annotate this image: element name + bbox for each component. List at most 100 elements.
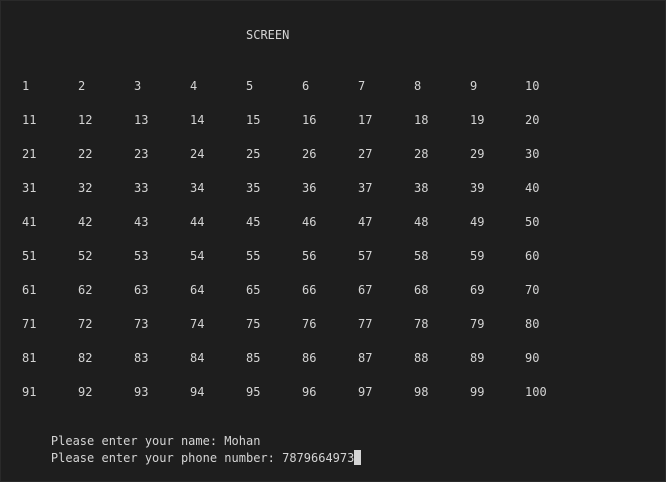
grid-cell: 35 xyxy=(246,181,261,195)
grid-cell: 21 xyxy=(22,147,37,161)
grid-cell: 94 xyxy=(190,385,205,399)
grid-cell: 34 xyxy=(190,181,205,195)
grid-cell: 87 xyxy=(358,351,373,365)
grid-cell: 8 xyxy=(414,79,422,93)
grid-cell: 81 xyxy=(22,351,37,365)
grid-cell: 54 xyxy=(190,249,205,263)
grid-cell: 18 xyxy=(414,113,429,127)
grid-cell: 100 xyxy=(525,385,547,399)
grid-cell: 47 xyxy=(358,215,373,229)
grid-cell: 99 xyxy=(470,385,485,399)
grid-cell: 5 xyxy=(246,79,254,93)
grid-cell: 48 xyxy=(414,215,429,229)
grid-cell: 56 xyxy=(302,249,317,263)
grid-cell: 71 xyxy=(22,317,37,331)
grid-cell: 83 xyxy=(134,351,149,365)
grid-cell: 38 xyxy=(414,181,429,195)
grid-cell: 93 xyxy=(134,385,149,399)
grid-cell: 78 xyxy=(414,317,429,331)
grid-cell: 76 xyxy=(302,317,317,331)
grid-cell: 16 xyxy=(302,113,317,127)
grid-cell: 4 xyxy=(190,79,198,93)
grid-cell: 9 xyxy=(470,79,478,93)
grid-cell: 33 xyxy=(134,181,149,195)
grid-cell: 10 xyxy=(525,79,540,93)
grid-cell: 31 xyxy=(22,181,37,195)
grid-cell: 11 xyxy=(22,113,37,127)
grid-cell: 3 xyxy=(134,79,142,93)
grid-cell: 85 xyxy=(246,351,261,365)
grid-cell: 55 xyxy=(246,249,261,263)
grid-cell: 90 xyxy=(525,351,540,365)
grid-cell: 13 xyxy=(134,113,149,127)
phone-prompt-line[interactable]: Please enter your phone number: 78796649… xyxy=(22,434,362,482)
grid-cell: 52 xyxy=(78,249,93,263)
grid-cell: 75 xyxy=(246,317,261,331)
grid-cell: 66 xyxy=(302,283,317,297)
grid-cell: 24 xyxy=(190,147,205,161)
grid-cell: 12 xyxy=(78,113,93,127)
grid-cell: 43 xyxy=(134,215,149,229)
grid-cell: 58 xyxy=(414,249,429,263)
grid-cell: 70 xyxy=(525,283,540,297)
grid-cell: 89 xyxy=(470,351,485,365)
grid-cell: 96 xyxy=(302,385,317,399)
grid-cell: 72 xyxy=(78,317,93,331)
grid-cell: 98 xyxy=(414,385,429,399)
grid-cell: 68 xyxy=(414,283,429,297)
grid-cell: 30 xyxy=(525,147,540,161)
grid-cell: 14 xyxy=(190,113,205,127)
grid-cell: 50 xyxy=(525,215,540,229)
grid-cell: 86 xyxy=(302,351,317,365)
grid-cell: 36 xyxy=(302,181,317,195)
grid-cell: 15 xyxy=(246,113,261,127)
grid-cell: 53 xyxy=(134,249,149,263)
grid-cell: 60 xyxy=(525,249,540,263)
grid-cell: 20 xyxy=(525,113,540,127)
grid-cell: 46 xyxy=(302,215,317,229)
grid-cell: 67 xyxy=(358,283,373,297)
grid-cell: 97 xyxy=(358,385,373,399)
grid-cell: 51 xyxy=(22,249,37,263)
grid-cell: 25 xyxy=(246,147,261,161)
grid-cell: 45 xyxy=(246,215,261,229)
grid-cell: 32 xyxy=(78,181,93,195)
grid-cell: 44 xyxy=(190,215,205,229)
phone-prompt-text: Please enter your phone number: 78796649… xyxy=(50,451,355,465)
grid-cell: 22 xyxy=(78,147,93,161)
grid-cell: 95 xyxy=(246,385,261,399)
grid-cell: 28 xyxy=(414,147,429,161)
grid-cell: 26 xyxy=(302,147,317,161)
grid-cell: 82 xyxy=(78,351,93,365)
terminal-window[interactable]: SCREEN 1 2 3 4 5 6 7 8 9 10 11 12 13 14 … xyxy=(0,0,666,482)
grid-cell: 91 xyxy=(22,385,37,399)
grid-cell: 61 xyxy=(22,283,37,297)
grid-cell: 49 xyxy=(470,215,485,229)
grid-cell: 40 xyxy=(525,181,540,195)
grid-cell: 80 xyxy=(525,317,540,331)
grid-cell: 92 xyxy=(78,385,93,399)
grid-cell: 84 xyxy=(190,351,205,365)
grid-cell: 69 xyxy=(470,283,485,297)
grid-cell: 1 xyxy=(22,79,30,93)
grid-cell: 64 xyxy=(190,283,205,297)
grid-cell: 17 xyxy=(358,113,373,127)
grid-cell: 23 xyxy=(134,147,149,161)
grid-cell: 41 xyxy=(22,215,37,229)
grid-cell: 73 xyxy=(134,317,149,331)
grid-cell: 79 xyxy=(470,317,485,331)
grid-cell: 63 xyxy=(134,283,149,297)
grid-cell: 62 xyxy=(78,283,93,297)
grid-cell: 42 xyxy=(78,215,93,229)
grid-cell: 88 xyxy=(414,351,429,365)
grid-cell: 37 xyxy=(358,181,373,195)
grid-cell: 74 xyxy=(190,317,205,331)
grid-cell: 7 xyxy=(358,79,366,93)
grid-cell: 39 xyxy=(470,181,485,195)
grid-cell: 77 xyxy=(358,317,373,331)
grid-cell: 65 xyxy=(246,283,261,297)
grid-cell: 2 xyxy=(78,79,86,93)
grid-cell: 6 xyxy=(302,79,310,93)
grid-cell: 19 xyxy=(470,113,485,127)
grid-cell: 57 xyxy=(358,249,373,263)
